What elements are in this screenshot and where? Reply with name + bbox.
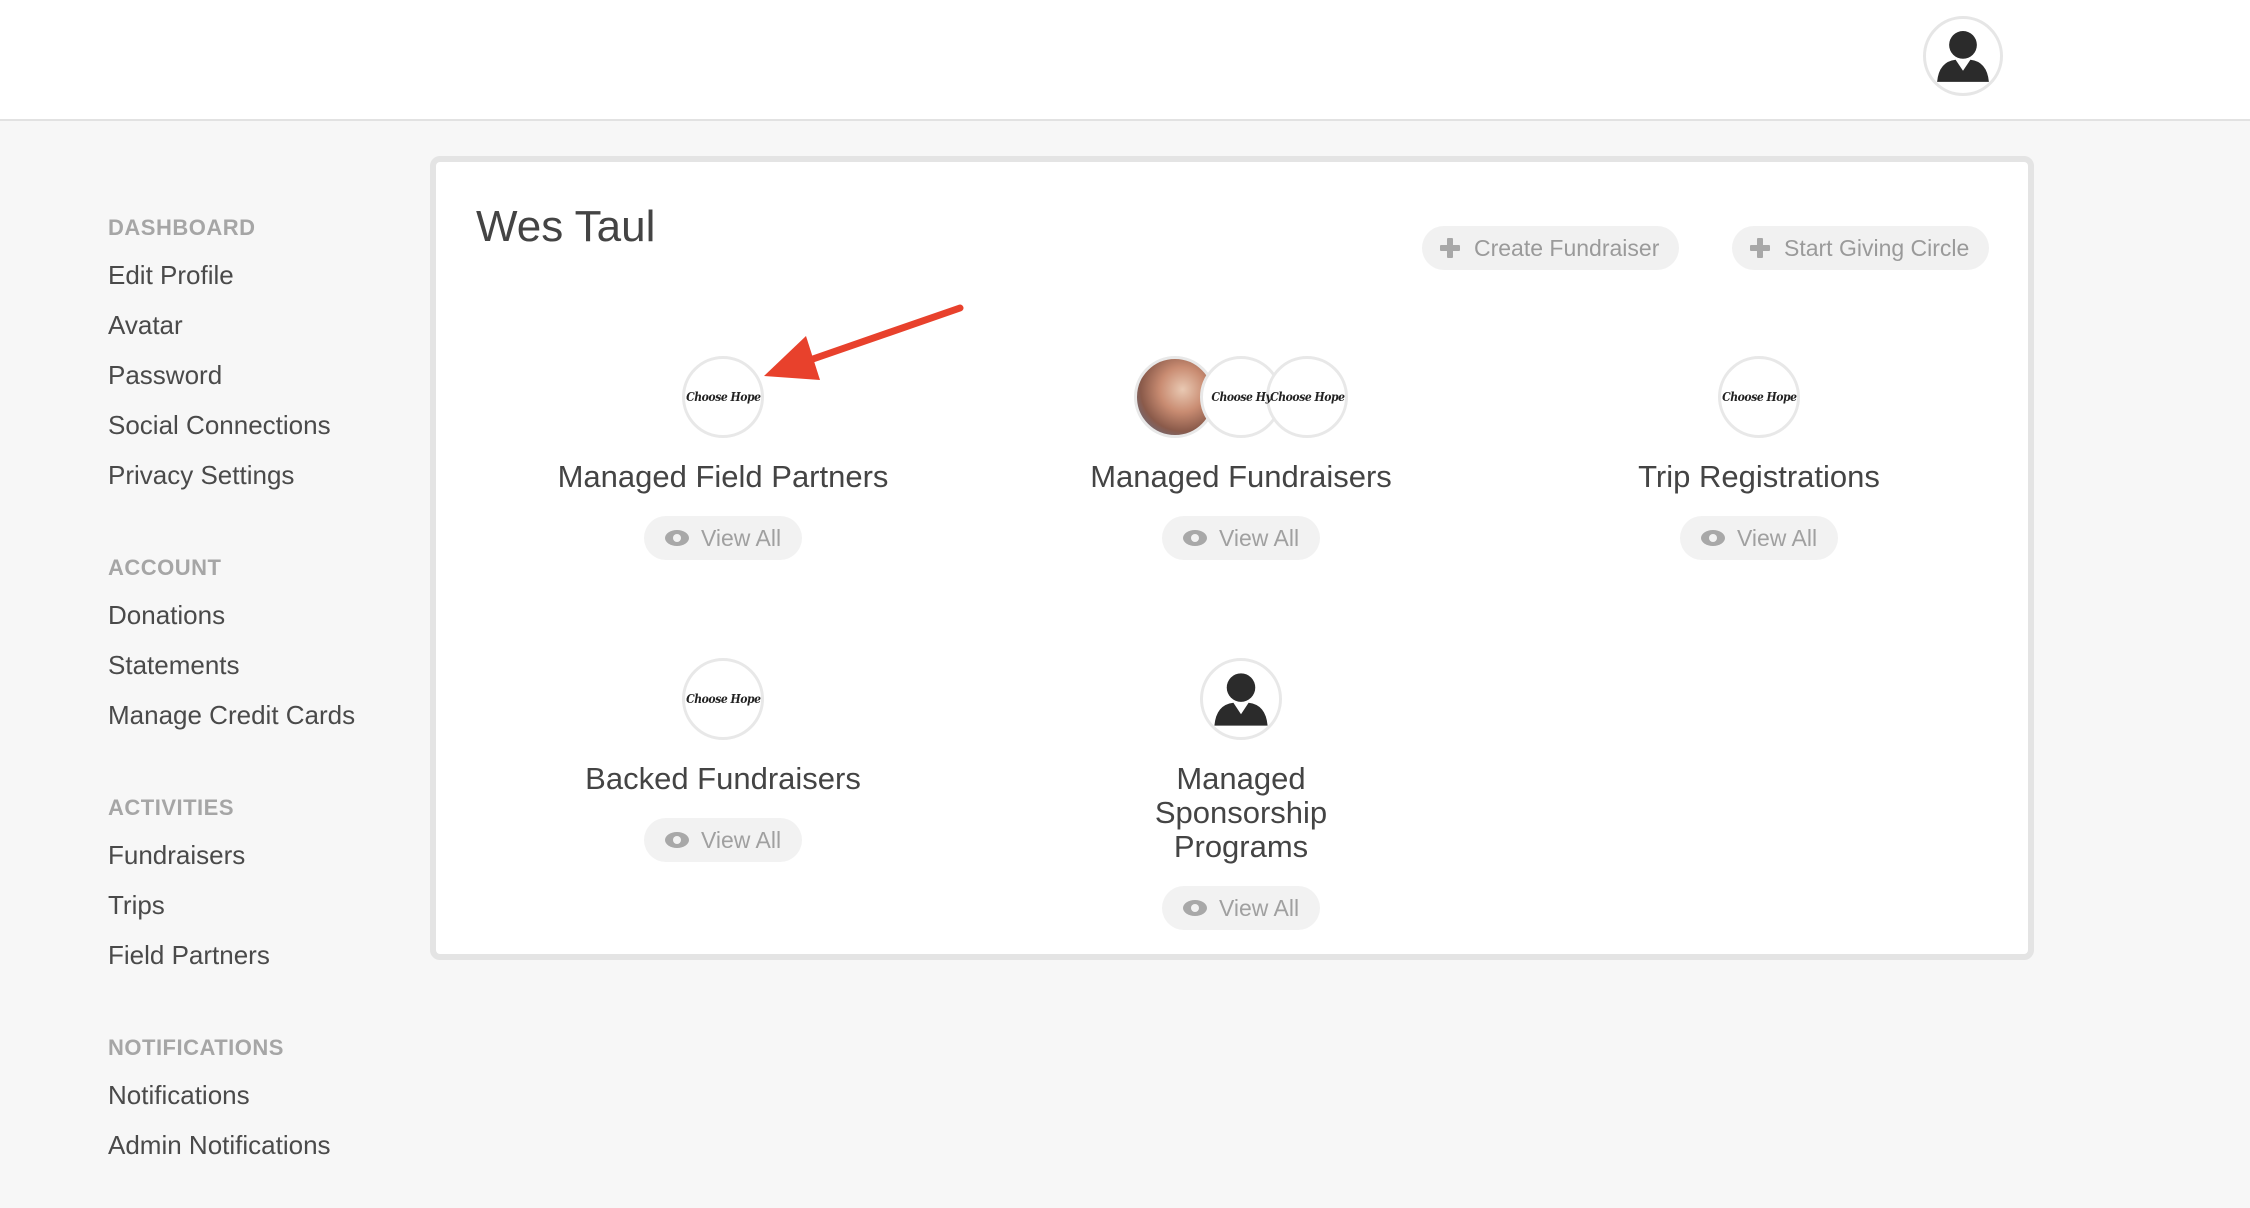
view-all-button[interactable]: View All	[644, 818, 802, 862]
sidebar-heading: DASHBOARD	[108, 215, 256, 240]
logo-text: Choose Hope	[685, 692, 761, 706]
sidebar-nav: DASHBOARD Edit Profile Avatar Password S…	[108, 200, 408, 1208]
plus-icon	[1440, 238, 1460, 258]
logo-text: Choose Hope	[1269, 390, 1345, 404]
view-all-label: View All	[700, 826, 782, 853]
sidebar-heading: NOTIFICATIONS	[108, 1035, 284, 1060]
sidebar-item-field-partners[interactable]: Field Partners	[108, 930, 408, 980]
logo-text: Choose Hope	[1721, 390, 1797, 404]
tile-label: Backed Fundraisers	[585, 761, 861, 796]
sidebar-item-social-connections[interactable]: Social Connections	[108, 400, 408, 450]
sidebar-heading: ACTIVITIES	[108, 795, 235, 820]
eye-icon	[664, 832, 689, 848]
plus-icon	[1750, 238, 1770, 258]
sponsorship-avatar[interactable]	[1200, 658, 1282, 740]
sidebar-group-notifications: NOTIFICATIONS Notifications Admin Notifi…	[108, 1020, 408, 1170]
sidebar-item-manage-credit-cards[interactable]: Manage Credit Cards	[108, 690, 408, 740]
logo-text: Choose Hy	[1210, 390, 1271, 404]
start-giving-circle-button[interactable]: Start Giving Circle	[1732, 226, 1990, 270]
start-giving-circle-label: Start Giving Circle	[1784, 234, 1970, 261]
sidebar-item-notifications[interactable]: Notifications	[108, 1070, 408, 1120]
create-fundraiser-label: Create Fundraiser	[1474, 234, 1660, 261]
sidebar-item-donations[interactable]: Donations	[108, 590, 408, 640]
sidebar-group-dashboard: DASHBOARD Edit Profile Avatar Password S…	[108, 200, 408, 500]
view-all-label: View All	[1218, 894, 1300, 921]
sidebar-item-fundraisers[interactable]: Fundraisers	[108, 830, 408, 880]
tile-label: Trip Registrations	[1638, 459, 1880, 494]
eye-icon	[1182, 900, 1207, 916]
tile-label: Managed Field Partners	[557, 459, 889, 494]
choose-hope-logo[interactable]: Choose Hope	[1266, 356, 1348, 438]
view-all-button[interactable]: View All	[644, 516, 802, 560]
page-title: Wes Taul	[476, 202, 656, 251]
annotation-arrow-icon	[764, 304, 964, 380]
sidebar-group-account: ACCOUNT Donations Statements Manage Cred…	[108, 540, 408, 740]
sidebar-item-statements[interactable]: Statements	[108, 640, 408, 690]
tile-backed-fundraisers: Choose Hope Backed Fundraisers View All	[513, 658, 933, 862]
choose-hope-logo[interactable]: Choose Hope	[1718, 356, 1800, 438]
user-avatar[interactable]	[1923, 16, 2003, 96]
tile-label: Managed Sponsorship Programs	[1154, 761, 1328, 864]
tile-managed-sponsorship-programs: Managed Sponsorship Programs View All	[1031, 658, 1451, 930]
sidebar-item-password[interactable]: Password	[108, 350, 408, 400]
person-silhouette-icon	[1214, 673, 1268, 726]
logo-text: Choose Hope	[685, 390, 761, 404]
choose-hope-logo[interactable]: Choose Hope	[682, 658, 764, 740]
sidebar-group-activities: ACTIVITIES Fundraisers Trips Field Partn…	[108, 780, 408, 980]
create-fundraiser-button[interactable]: Create Fundraiser	[1422, 226, 1680, 270]
tile-managed-fundraisers: Choose Hy Choose Hope Managed Fundraiser…	[1031, 356, 1451, 560]
sidebar-item-avatar[interactable]: Avatar	[108, 300, 408, 350]
sidebar-item-trips[interactable]: Trips	[108, 880, 408, 930]
sidebar-item-edit-profile[interactable]: Edit Profile	[108, 250, 408, 300]
view-all-button[interactable]: View All	[1162, 516, 1320, 560]
eye-icon	[1700, 530, 1725, 546]
tile-trip-registrations: Choose Hope Trip Registrations View All	[1549, 356, 1969, 560]
view-all-label: View All	[1736, 524, 1818, 551]
sidebar-item-privacy-settings[interactable]: Privacy Settings	[108, 450, 408, 500]
top-bar	[0, 0, 2250, 121]
sidebar-heading: ACCOUNT	[108, 555, 222, 580]
eye-icon	[664, 530, 689, 546]
person-silhouette-icon	[1937, 31, 1989, 82]
view-all-button[interactable]: View All	[1680, 516, 1838, 560]
view-all-label: View All	[1218, 524, 1300, 551]
tile-label: Managed Fundraisers	[1090, 459, 1392, 494]
view-all-label: View All	[700, 524, 782, 551]
eye-icon	[1182, 530, 1207, 546]
sidebar-item-admin-notifications[interactable]: Admin Notifications	[108, 1120, 408, 1170]
view-all-button[interactable]: View All	[1162, 886, 1320, 930]
choose-hope-logo[interactable]: Choose Hope	[682, 356, 764, 438]
dashboard-card: Wes Taul Create Fundraiser Start Giving …	[430, 156, 2034, 960]
